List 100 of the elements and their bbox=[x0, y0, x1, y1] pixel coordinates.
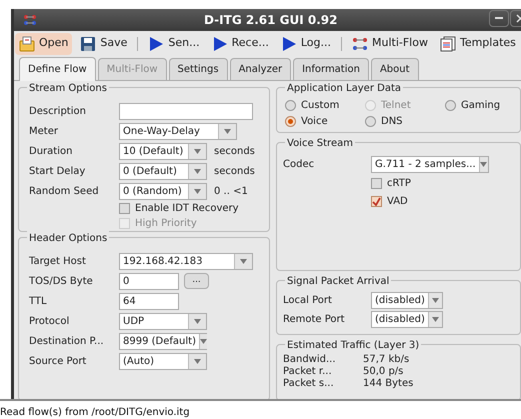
radio-button[interactable] bbox=[285, 100, 296, 110]
field-label: Protocol bbox=[29, 314, 70, 328]
group-title: Stream Options bbox=[27, 81, 109, 96]
unit-label: seconds bbox=[214, 144, 255, 158]
toolbar-button[interactable]: Multi-Flow bbox=[348, 32, 432, 54]
group-title: Signal Packet Arrival bbox=[285, 274, 392, 289]
dropdown-value: (disabled) bbox=[374, 312, 426, 327]
play-icon bbox=[280, 36, 297, 52]
dropdown-arrow-icon bbox=[432, 316, 439, 322]
dropdown-arrow-icon bbox=[432, 298, 439, 303]
radio-label: Custom bbox=[301, 98, 340, 112]
play-icon bbox=[148, 36, 164, 52]
checkbox[interactable] bbox=[371, 178, 382, 190]
dropdown-value: 10 (Default) bbox=[122, 144, 184, 158]
group-title: Application Layer Data bbox=[285, 81, 403, 96]
traffic-value: 144 Bytes bbox=[363, 377, 414, 392]
toolbar-button[interactable]: Templates bbox=[436, 32, 520, 54]
folder-icon bbox=[19, 36, 35, 52]
dropdown-arrow-icon bbox=[194, 168, 201, 174]
tab[interactable]: About bbox=[370, 58, 419, 80]
minimize-icon bbox=[495, 17, 503, 20]
input-field[interactable]: 64 bbox=[119, 292, 179, 310]
dropdown-arrow-icon bbox=[200, 338, 207, 344]
toolbar-button[interactable]: Log... bbox=[276, 32, 335, 54]
field-label: Description bbox=[29, 104, 87, 118]
input-field[interactable]: 0 bbox=[119, 272, 179, 290]
field-label: Start Delay bbox=[29, 164, 86, 178]
toolbar-button[interactable]: Open bbox=[15, 32, 72, 54]
radio-button[interactable] bbox=[445, 100, 456, 110]
dropdown-value: UDP bbox=[122, 314, 146, 328]
dropdown[interactable]: 0 (Default) bbox=[119, 162, 207, 180]
play-icon bbox=[212, 36, 228, 52]
field-label: Destination P... bbox=[29, 334, 105, 348]
dropdown-arrow-icon bbox=[480, 162, 488, 168]
radio-label: Gaming bbox=[461, 98, 500, 112]
dropdown-value: G.711 - 2 samples... bbox=[374, 158, 477, 172]
app-logo-icon bbox=[23, 14, 37, 26]
field-label: TOS/DS Byte bbox=[29, 274, 94, 288]
radio-label: Telnet bbox=[381, 98, 411, 112]
dropdown-arrow-icon bbox=[224, 128, 231, 134]
toolbar-button[interactable]: Save bbox=[76, 32, 132, 54]
radio-button[interactable] bbox=[365, 116, 376, 126]
more-button[interactable]: ... bbox=[184, 273, 209, 289]
tab[interactable]: Settings bbox=[168, 58, 228, 80]
tab[interactable]: Analyzer bbox=[230, 58, 292, 80]
group-title: Header Options bbox=[27, 231, 110, 246]
dropdown[interactable]: (disabled) bbox=[371, 310, 443, 328]
minimize-button[interactable] bbox=[489, 10, 509, 27]
checkbox-label: cRTP bbox=[387, 177, 411, 192]
dropdown[interactable]: 8999 (Default) bbox=[119, 332, 207, 350]
traffic-label: Bandwid... bbox=[283, 353, 337, 366]
dropdown[interactable]: 192.168.42.183 bbox=[119, 252, 253, 270]
checkbox-label: VAD bbox=[387, 195, 408, 210]
field-label: Source Port bbox=[29, 354, 88, 368]
dropdown[interactable]: UDP bbox=[119, 312, 207, 330]
dropdown-value: One-Way-Delay bbox=[122, 124, 201, 138]
checkbox[interactable] bbox=[371, 196, 382, 208]
unit-label: 0 .. <1 bbox=[214, 184, 248, 198]
dropdown-arrow-icon bbox=[194, 358, 201, 364]
checkbox[interactable] bbox=[119, 203, 130, 214]
dropdown-arrow-icon bbox=[194, 188, 201, 194]
dropdown[interactable]: 0 (Random) bbox=[119, 182, 207, 200]
traffic-value: 50,0 p/s bbox=[363, 365, 404, 378]
floppy-icon bbox=[80, 36, 96, 52]
dropdown[interactable]: (Auto) bbox=[119, 352, 207, 370]
dropdown-value: 0 (Random) bbox=[122, 184, 183, 198]
checkbox-label: High Priority bbox=[135, 217, 197, 231]
field-label: Random Seed bbox=[29, 184, 100, 198]
field-label: Remote Port bbox=[283, 312, 346, 327]
unit-label: seconds bbox=[214, 164, 255, 178]
dropdown-arrow-icon bbox=[194, 148, 201, 154]
traffic-label: Packet s... bbox=[283, 377, 335, 392]
field-label: Codec bbox=[283, 158, 316, 172]
field-label: Local Port bbox=[283, 294, 333, 308]
templates-icon bbox=[440, 36, 456, 52]
input-field[interactable] bbox=[119, 102, 253, 120]
window-title: D-ITG 2.61 GUI 0.92 bbox=[204, 12, 338, 29]
dropdown-value: 0 (Default) bbox=[122, 164, 178, 178]
dropdown[interactable]: 10 (Default) bbox=[119, 142, 207, 160]
status-text: Read flow(s) from /root/DITG/envio.itg bbox=[0, 406, 190, 419]
dropdown-value: 8999 (Default) bbox=[122, 334, 197, 348]
field-label: Duration bbox=[29, 144, 74, 158]
radio-button[interactable] bbox=[285, 116, 296, 126]
traffic-label: Packet r... bbox=[283, 365, 333, 378]
dropdown[interactable]: One-Way-Delay bbox=[119, 122, 237, 140]
dropdown[interactable]: (disabled) bbox=[371, 292, 443, 309]
field-label: Meter bbox=[29, 124, 59, 138]
checkbox-label: Enable IDT Recovery bbox=[135, 202, 239, 216]
toolbar-button[interactable]: Sen... bbox=[144, 32, 204, 54]
radio-label: Voice bbox=[301, 114, 328, 128]
flows-icon bbox=[352, 36, 368, 52]
radio-label: DNS bbox=[381, 114, 403, 128]
toolbar-button[interactable]: Rece... bbox=[208, 32, 273, 54]
traffic-value: 57,7 kb/s bbox=[363, 353, 410, 366]
dropdown-value: 192.168.42.183 bbox=[122, 254, 204, 268]
dropdown-arrow-icon bbox=[240, 258, 247, 264]
group-title: Estimated Traffic (Layer 3) bbox=[285, 338, 422, 353]
tab[interactable]: Information bbox=[293, 58, 369, 80]
tab[interactable]: Define Flow bbox=[19, 57, 96, 81]
dropdown[interactable]: G.711 - 2 samples... bbox=[371, 156, 489, 174]
